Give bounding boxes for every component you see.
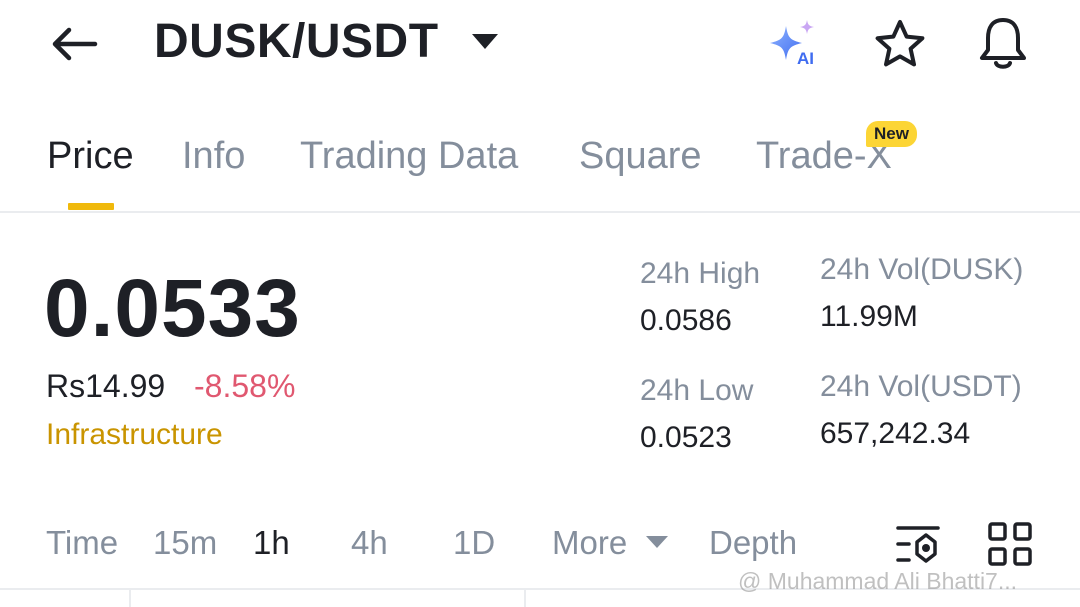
vol-base-label: 24h Vol(DUSK) [820,253,1024,286]
fiat-price: Rs14.99 [46,368,166,404]
high-value: 0.0586 [640,304,732,337]
chevron-down-icon[interactable] [646,536,668,548]
interval-1d[interactable]: 1D [453,524,495,562]
tab-trading-data[interactable]: Trading Data [300,135,518,178]
back-button[interactable] [44,18,104,70]
bell-icon [980,18,1026,69]
interval-more[interactable]: More [552,524,627,562]
vol-base-value: 11.99M [820,300,918,333]
tab-bar: Price Info Trading Data Square Trade-X [0,125,1080,215]
star-icon [875,20,925,67]
tab-price[interactable]: Price [47,135,134,178]
last-price: 0.0533 [44,263,301,354]
new-badge: New [866,121,917,147]
alerts-button[interactable] [972,14,1034,74]
depth-tab[interactable]: Depth [709,524,797,562]
divider [0,211,1080,213]
favorite-button[interactable] [870,16,930,72]
divider [524,590,526,607]
caret-down-icon[interactable] [472,34,498,49]
arrow-left-icon [52,27,98,61]
ai-label: AI [797,49,814,68]
layout-grid-icon [988,522,1032,566]
indicator-settings-icon [896,526,940,563]
vol-quote-label: 24h Vol(USDT) [820,370,1022,403]
layout-grid-button[interactable] [986,520,1034,568]
high-label: 24h High [640,257,761,290]
interval-15m[interactable]: 15m [153,524,217,562]
ai-sparkle-icon: AI [770,20,814,68]
ai-assistant-button[interactable]: AI [762,16,826,72]
tab-info[interactable]: Info [182,135,245,178]
interval-1h[interactable]: 1h [253,524,290,562]
indicator-settings-button[interactable] [894,520,942,568]
low-label: 24h Low [640,374,754,407]
active-tab-indicator [68,203,114,210]
interval-4h[interactable]: 4h [351,524,388,562]
low-value: 0.0523 [640,421,732,454]
pair-title[interactable]: DUSK/USDT [154,14,439,69]
tab-square[interactable]: Square [579,135,702,178]
price-change-percent: -8.58% [194,368,296,404]
divider [129,590,131,607]
watermark: @ Muhammad Ali Bhatti7... [738,568,1018,594]
vol-quote-value: 657,242.34 [820,417,971,450]
interval-time[interactable]: Time [46,524,118,562]
category-tag[interactable]: Infrastructure [46,418,223,452]
